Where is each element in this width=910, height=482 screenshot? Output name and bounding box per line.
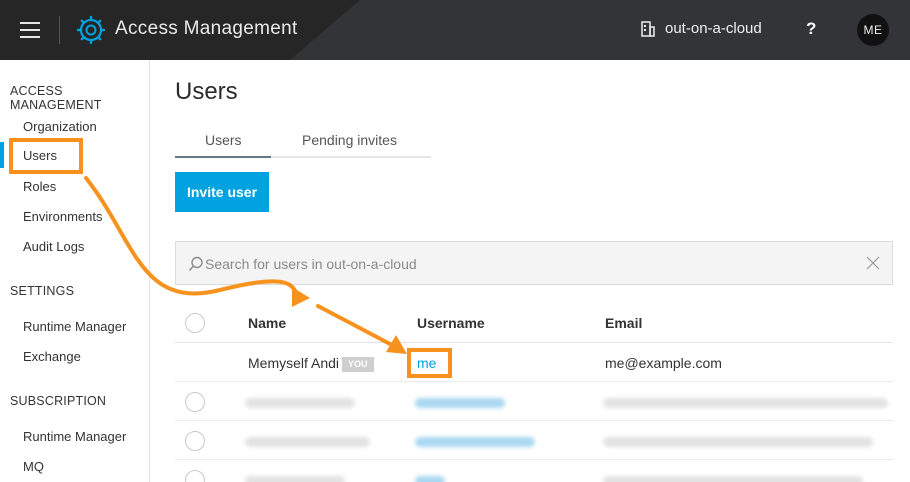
row-checkbox[interactable] xyxy=(185,470,205,482)
tab-users[interactable]: Users xyxy=(205,132,242,148)
user-avatar[interactable]: ME xyxy=(857,14,889,46)
table-row[interactable] xyxy=(175,422,893,460)
search-icon xyxy=(188,256,203,271)
table-header: Name Username Email xyxy=(175,303,893,343)
sidebar-item-subscription-runtime-manager[interactable]: Runtime Manager xyxy=(23,429,126,444)
redacted-name xyxy=(245,437,370,447)
sidebar-item-exchange[interactable]: Exchange xyxy=(23,349,81,364)
invite-user-button[interactable]: Invite user xyxy=(175,172,269,212)
page-title: Users xyxy=(175,78,238,105)
sidebar-item-organization[interactable]: Organization xyxy=(23,119,97,134)
user-email: me@example.com xyxy=(605,355,722,371)
sidebar-active-indicator xyxy=(0,142,4,168)
tab-pending-invites[interactable]: Pending invites xyxy=(302,132,397,148)
gear-logo-icon xyxy=(76,15,106,45)
sidebar-item-roles[interactable]: Roles xyxy=(23,179,56,194)
tab-bar: Users Pending invites xyxy=(175,130,431,158)
table-row[interactable] xyxy=(175,383,893,421)
column-header-name: Name xyxy=(248,315,287,331)
search-input[interactable] xyxy=(205,252,845,276)
sidebar-item-runtime-manager[interactable]: Runtime Manager xyxy=(23,319,126,334)
select-all-checkbox[interactable] xyxy=(185,313,205,333)
redacted-name xyxy=(245,476,345,482)
redacted-email xyxy=(603,398,888,408)
sidebar-item-environments[interactable]: Environments xyxy=(23,209,102,224)
sidebar-heading-access-management: ACCESS MANAGEMENT xyxy=(10,84,102,112)
you-badge: YOU xyxy=(342,357,374,372)
hamburger-menu-icon[interactable] xyxy=(20,22,40,38)
row-checkbox[interactable] xyxy=(185,431,205,451)
redacted-username xyxy=(415,398,505,408)
app-title: Access Management xyxy=(115,18,298,39)
sidebar-heading-settings: SETTINGS xyxy=(10,284,75,298)
redacted-name xyxy=(245,398,355,408)
column-header-email: Email xyxy=(605,315,643,331)
org-name: out-on-a-cloud xyxy=(665,20,762,37)
column-header-username: Username xyxy=(417,315,485,331)
redacted-email xyxy=(603,476,863,482)
sidebar: ACCESS MANAGEMENT Organization Users Rol… xyxy=(0,60,150,482)
help-button[interactable]: ? xyxy=(806,19,816,39)
user-name-text: Memyself Andi xyxy=(248,355,340,371)
highlight-box-username xyxy=(407,348,452,378)
top-bar-accent-band xyxy=(290,0,910,60)
close-icon[interactable] xyxy=(866,256,880,270)
sidebar-item-mq[interactable]: MQ xyxy=(23,459,44,474)
header-divider xyxy=(59,16,60,44)
redacted-email xyxy=(603,437,873,447)
tab-active-underline xyxy=(175,156,271,158)
table-row[interactable]: Memyself Andi YOU me me@example.com xyxy=(175,344,893,382)
org-switcher[interactable]: out-on-a-cloud xyxy=(640,20,762,37)
search-bar xyxy=(175,241,893,285)
user-name: Memyself Andi YOU xyxy=(248,355,374,372)
sidebar-heading-subscription: SUBSCRIPTION xyxy=(10,394,107,408)
top-bar: Access Management out-on-a-cloud ? ME xyxy=(0,0,910,60)
table-row[interactable] xyxy=(175,461,893,482)
row-checkbox[interactable] xyxy=(185,392,205,412)
building-icon xyxy=(641,20,655,37)
highlight-box-users-nav xyxy=(9,138,83,174)
redacted-username xyxy=(415,476,445,482)
redacted-username xyxy=(415,437,535,447)
sidebar-item-audit-logs[interactable]: Audit Logs xyxy=(23,239,84,254)
